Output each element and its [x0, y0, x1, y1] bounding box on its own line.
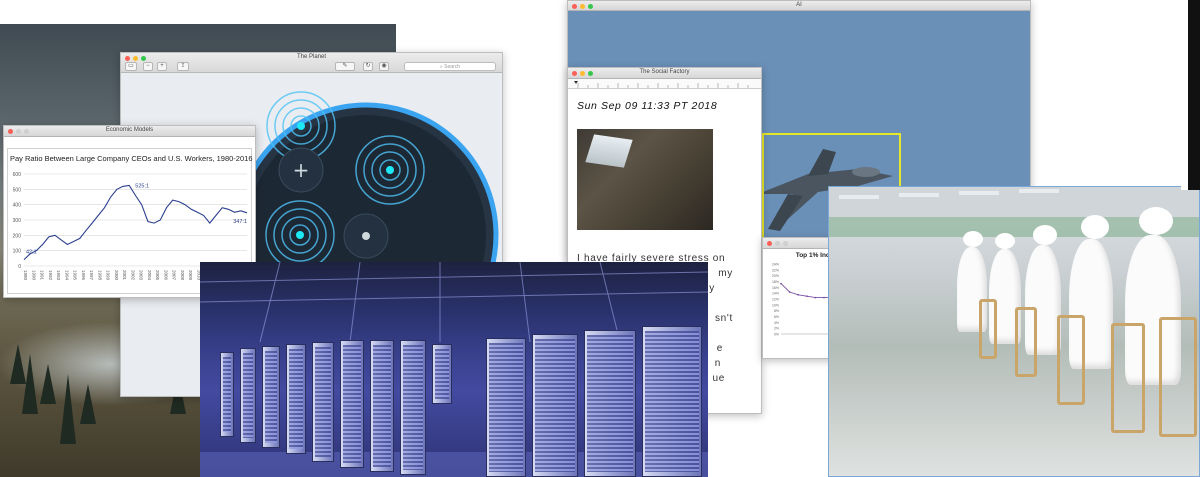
worker-cap: [1033, 225, 1057, 245]
factory-workers-photo: [828, 186, 1200, 477]
laptop-screen: [585, 134, 633, 168]
x-tick-label: 1992: [48, 270, 53, 281]
x-tick-label: 1980: [23, 270, 28, 281]
window-title: AI: [796, 2, 802, 8]
y-tick-label: 4%: [774, 321, 779, 325]
x-tick-label: 2000: [114, 270, 119, 281]
x-tick-label: 1999: [106, 270, 111, 281]
y-tick-label: 6%: [774, 315, 779, 319]
x-tick-label: 1997: [89, 270, 94, 281]
chair: [1057, 315, 1085, 405]
x-tick-label: 2001: [122, 270, 127, 281]
y-tick-label: 2%: [774, 327, 779, 331]
x-tick-label: 1990: [31, 270, 36, 281]
server-rack: [400, 340, 426, 475]
server-rack: [370, 340, 394, 472]
x-tick-label: 2007: [172, 270, 177, 281]
data-label: 42:1: [26, 250, 37, 256]
data-label: 525:1: [135, 184, 149, 190]
data-label: 347:1: [233, 219, 247, 225]
x-tick-label: 1991: [40, 270, 45, 281]
y-tick-label: 10%: [772, 303, 779, 307]
y-tick-label: 22%: [772, 268, 779, 272]
x-tick-label: 1994: [64, 270, 69, 281]
chair: [1015, 307, 1037, 377]
server-rack: [642, 326, 702, 477]
ruler-ticks: [574, 81, 749, 88]
x-tick-label: 1996: [81, 270, 86, 281]
chair: [1111, 323, 1145, 433]
data-point: [805, 295, 808, 298]
server-rack: [486, 338, 526, 477]
worker-cap: [1081, 215, 1109, 239]
x-tick-label: 2006: [163, 270, 168, 281]
chair: [1159, 317, 1197, 437]
data-point: [823, 296, 825, 299]
server-rack: [532, 334, 578, 477]
server-rack: [584, 330, 636, 477]
social-titlebar: The Social Factory: [568, 68, 761, 79]
y-tick-label: 200: [13, 233, 22, 239]
data-point: [797, 293, 800, 296]
laptop-photo: [577, 129, 713, 230]
worker-cap: [963, 231, 983, 247]
window-title: The Social Factory: [639, 69, 690, 75]
x-tick-label: 1993: [56, 270, 61, 281]
x-tick-label: 2008: [180, 270, 185, 281]
server-rack: [432, 344, 452, 404]
server-rack: [262, 346, 280, 448]
y-tick-label: 16%: [772, 286, 779, 290]
series-line: [23, 184, 248, 260]
server-rack: [312, 342, 334, 462]
y-tick-label: 18%: [772, 280, 779, 284]
data-point: [814, 296, 817, 299]
y-tick-label: 400: [13, 203, 22, 209]
svg-text:+: +: [293, 158, 310, 182]
x-tick-label: 2003: [139, 270, 144, 281]
x-tick-label: 2004: [147, 270, 152, 281]
data-point: [788, 291, 791, 293]
y-tick-label: 100: [13, 249, 22, 255]
y-tick-label: 24%: [772, 263, 779, 267]
y-tick-label: 500: [13, 187, 22, 193]
y-tick-label: 8%: [774, 309, 779, 313]
dark-image-edge: [1188, 0, 1200, 190]
y-tick-label: 14%: [772, 292, 779, 296]
server-rack: [240, 348, 256, 443]
worker-cap: [1139, 207, 1173, 235]
chair: [979, 299, 997, 359]
text-ruler[interactable]: [568, 79, 761, 89]
partial-window-edge: [1181, 0, 1200, 190]
y-tick-label: 600: [13, 172, 22, 178]
data-point: [780, 282, 782, 285]
server-rack: [220, 352, 234, 437]
server-rack: [286, 344, 306, 454]
x-tick-label: 1995: [73, 270, 78, 281]
y-tick-label: 0%: [774, 333, 779, 337]
x-tick-label: 2002: [130, 270, 135, 281]
x-tick-label: 2009: [188, 270, 193, 281]
y-tick-label: 12%: [772, 298, 779, 302]
x-tick-label: 2005: [155, 270, 160, 281]
y-tick-label: 0: [18, 264, 21, 270]
post-date: Sun Sep 09 11:33 PT 2018: [577, 100, 718, 112]
data-center-photo: [200, 262, 708, 477]
ai-titlebar: AI: [568, 1, 1030, 11]
worker-cap: [995, 233, 1015, 249]
y-tick-label: 300: [13, 218, 22, 224]
y-tick-label: 20%: [772, 274, 779, 278]
server-rack: [340, 340, 364, 468]
x-tick-label: 1998: [97, 270, 102, 281]
